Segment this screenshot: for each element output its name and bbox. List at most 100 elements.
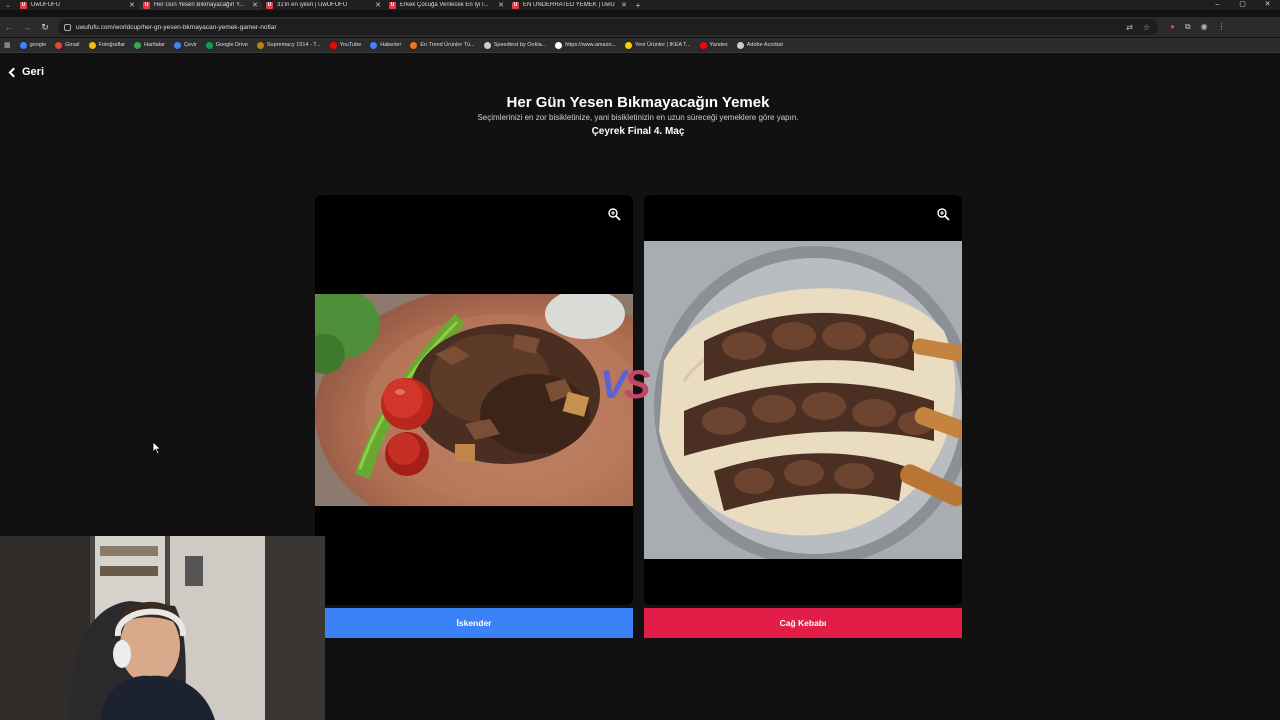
- vs-v: V: [600, 363, 627, 407]
- ikea-icon: [624, 41, 632, 49]
- maps-icon: [134, 41, 142, 49]
- bookmark-label: Fotoğraflar: [98, 42, 126, 48]
- bookmark-maps[interactable]: Haritalar: [134, 41, 165, 49]
- page-title: Her Gün Yesen Bıkmayacağın Yemek: [506, 94, 770, 111]
- uwufufu-favicon-icon: U: [266, 1, 273, 9]
- page-subtitle: Seçimlerinizi en zor bisikletinize, yani…: [477, 113, 799, 122]
- webcam-overlay-image: [0, 536, 325, 720]
- window-controls: – ▢ ✕: [1205, 0, 1280, 10]
- bookmark-label: Çevir: [183, 42, 197, 48]
- google-icon: [19, 41, 27, 49]
- choose-iskender-button[interactable]: İskender: [315, 608, 633, 638]
- opera-extension-icon[interactable]: ●: [1170, 22, 1175, 32]
- bookmark-acrobat[interactable]: Adobe Acrobat: [736, 41, 783, 49]
- zoom-in-icon[interactable]: [607, 207, 621, 221]
- tab-title: Her Gün Yesen Bıkmayacağın Y...: [154, 2, 245, 8]
- bookmark-yandex[interactable]: Yandex: [699, 41, 728, 49]
- tab-1[interactable]: U Her Gün Yesen Bıkmayacağın Y... ✕: [139, 0, 262, 10]
- youtube-icon: [329, 41, 337, 49]
- uwufufu-favicon-icon: U: [20, 1, 27, 9]
- reload-icon[interactable]: ↻: [36, 22, 54, 33]
- bookmark-translate[interactable]: Çevir: [173, 41, 197, 49]
- bookmark-label: Google Drive: [215, 42, 248, 48]
- supremacy-icon: [256, 41, 264, 49]
- bookmark-news[interactable]: Haberler: [370, 41, 401, 49]
- vs-s: S: [623, 363, 651, 407]
- bookmark-speedtest[interactable]: Speedtest by Ookla...: [483, 41, 546, 49]
- new-tab-icon[interactable]: +: [631, 1, 645, 10]
- tab-0[interactable]: U UwUFUFU ✕: [16, 0, 139, 10]
- photos-icon: [88, 41, 96, 49]
- translate-icon[interactable]: ⇄: [1126, 23, 1133, 32]
- mouse-cursor-icon: [152, 441, 162, 455]
- address-bar[interactable]: uwufufu.com/worldcup/her-gn-yesen-bkmaya…: [58, 19, 1158, 35]
- tab-close-icon[interactable]: ✕: [498, 1, 504, 9]
- bookmark-google[interactable]: google: [19, 41, 47, 49]
- choice-card-right[interactable]: [644, 195, 962, 605]
- acrobat-icon: [736, 41, 744, 49]
- bookmarks-bar: ▦ google Gmail Fotoğraflar Haritalar Çev…: [0, 38, 1280, 53]
- cag-kebabi-image: [644, 241, 962, 559]
- bookmark-gmail[interactable]: Gmail: [55, 41, 80, 49]
- forward-arrow-icon[interactable]: →: [18, 22, 36, 32]
- bookmark-label: Supremacy 1914 - T...: [266, 42, 321, 48]
- bookmark-label: google: [29, 42, 47, 48]
- bookmark-photos[interactable]: Fotoğraflar: [88, 41, 126, 49]
- choice-card-left[interactable]: [315, 195, 633, 605]
- apps-grid-icon[interactable]: ▦: [4, 41, 11, 49]
- chevron-left-icon: [8, 67, 19, 77]
- speedtest-icon: [483, 41, 491, 49]
- bookmark-star-icon[interactable]: ☆: [1143, 23, 1150, 32]
- minimize-icon[interactable]: –: [1205, 0, 1230, 10]
- maximize-icon[interactable]: ▢: [1230, 0, 1255, 10]
- tab-close-icon[interactable]: ✕: [375, 1, 381, 9]
- tab-search-icon[interactable]: ⌄: [0, 2, 16, 9]
- bookmark-trend[interactable]: En Trend Ürünler Tü...: [410, 41, 475, 49]
- bookmark-ikea[interactable]: Yeni Ürünler | IKEA T...: [624, 41, 691, 49]
- tab-close-icon[interactable]: ✕: [621, 1, 627, 9]
- tab-title: UwUFUFU: [31, 2, 60, 8]
- bookmark-label: Adobe Acrobat: [746, 42, 783, 48]
- news-icon: [370, 41, 378, 49]
- tab-close-icon[interactable]: ✕: [252, 1, 258, 9]
- browser-toolbar: ← → ↻ uwufufu.com/worldcup/her-gn-yesen-…: [0, 17, 1280, 37]
- zoom-in-icon[interactable]: [936, 207, 950, 221]
- bookmark-youtube[interactable]: YouTube: [329, 41, 362, 49]
- bookmark-supremacy[interactable]: Supremacy 1914 - T...: [256, 41, 321, 49]
- bookmark-drive[interactable]: Google Drive: [205, 41, 248, 49]
- round-label: Çeyrek Final 4. Maç: [591, 126, 685, 137]
- tab-title: Erkek Çocuğa Verilecek En İyi İ...: [400, 2, 489, 8]
- menu-kebab-icon[interactable]: ⋮: [1218, 22, 1226, 32]
- uwufufu-favicon-icon: U: [512, 1, 519, 9]
- tab-title: 31'in en iyileri | UwUFUFU: [277, 2, 348, 8]
- trend-icon: [410, 41, 418, 49]
- bookmark-amazon[interactable]: https://www.amazo...: [555, 41, 616, 49]
- gmail-icon: [55, 41, 63, 49]
- bookmark-label: Gmail: [65, 42, 80, 48]
- close-window-icon[interactable]: ✕: [1255, 0, 1280, 10]
- tab-title: EN UNDERRATED YEMEK | UwU...: [523, 2, 615, 8]
- tab-4[interactable]: U EN UNDERRATED YEMEK | UwU... ✕: [508, 0, 631, 10]
- amazon-icon: [555, 41, 563, 49]
- vs-badge: VS: [600, 363, 651, 408]
- url-text: uwufufu.com/worldcup/her-gn-yesen-bkmaya…: [76, 23, 277, 31]
- profile-avatar-icon[interactable]: ◉: [1201, 22, 1208, 32]
- uwufufu-favicon-icon: U: [389, 1, 396, 9]
- bookmark-label: YouTube: [339, 42, 362, 48]
- back-link[interactable]: Geri: [8, 66, 44, 78]
- choose-cag-kebabi-button[interactable]: Cağ Kebabı: [644, 608, 962, 638]
- yandex-icon: [699, 41, 707, 49]
- tab-3[interactable]: U Erkek Çocuğa Verilecek En İyi İ... ✕: [385, 0, 508, 10]
- bookmark-label: https://www.amazo...: [565, 42, 616, 48]
- tab-close-icon[interactable]: ✕: [129, 1, 135, 9]
- translate-icon: [173, 41, 181, 49]
- tab-2[interactable]: U 31'in en iyileri | UwUFUFU ✕: [262, 0, 385, 10]
- uwufufu-favicon-icon: U: [143, 1, 150, 9]
- back-arrow-icon[interactable]: ←: [0, 22, 18, 32]
- drive-icon: [205, 41, 213, 49]
- bookmark-label: Yandex: [709, 42, 728, 48]
- bookmark-label: Yeni Ürünler | IKEA T...: [634, 42, 691, 48]
- extensions-puzzle-icon[interactable]: ⧉: [1185, 22, 1191, 32]
- bookmark-label: En Trend Ürünler Tü...: [420, 42, 475, 48]
- site-info-icon[interactable]: [64, 23, 71, 31]
